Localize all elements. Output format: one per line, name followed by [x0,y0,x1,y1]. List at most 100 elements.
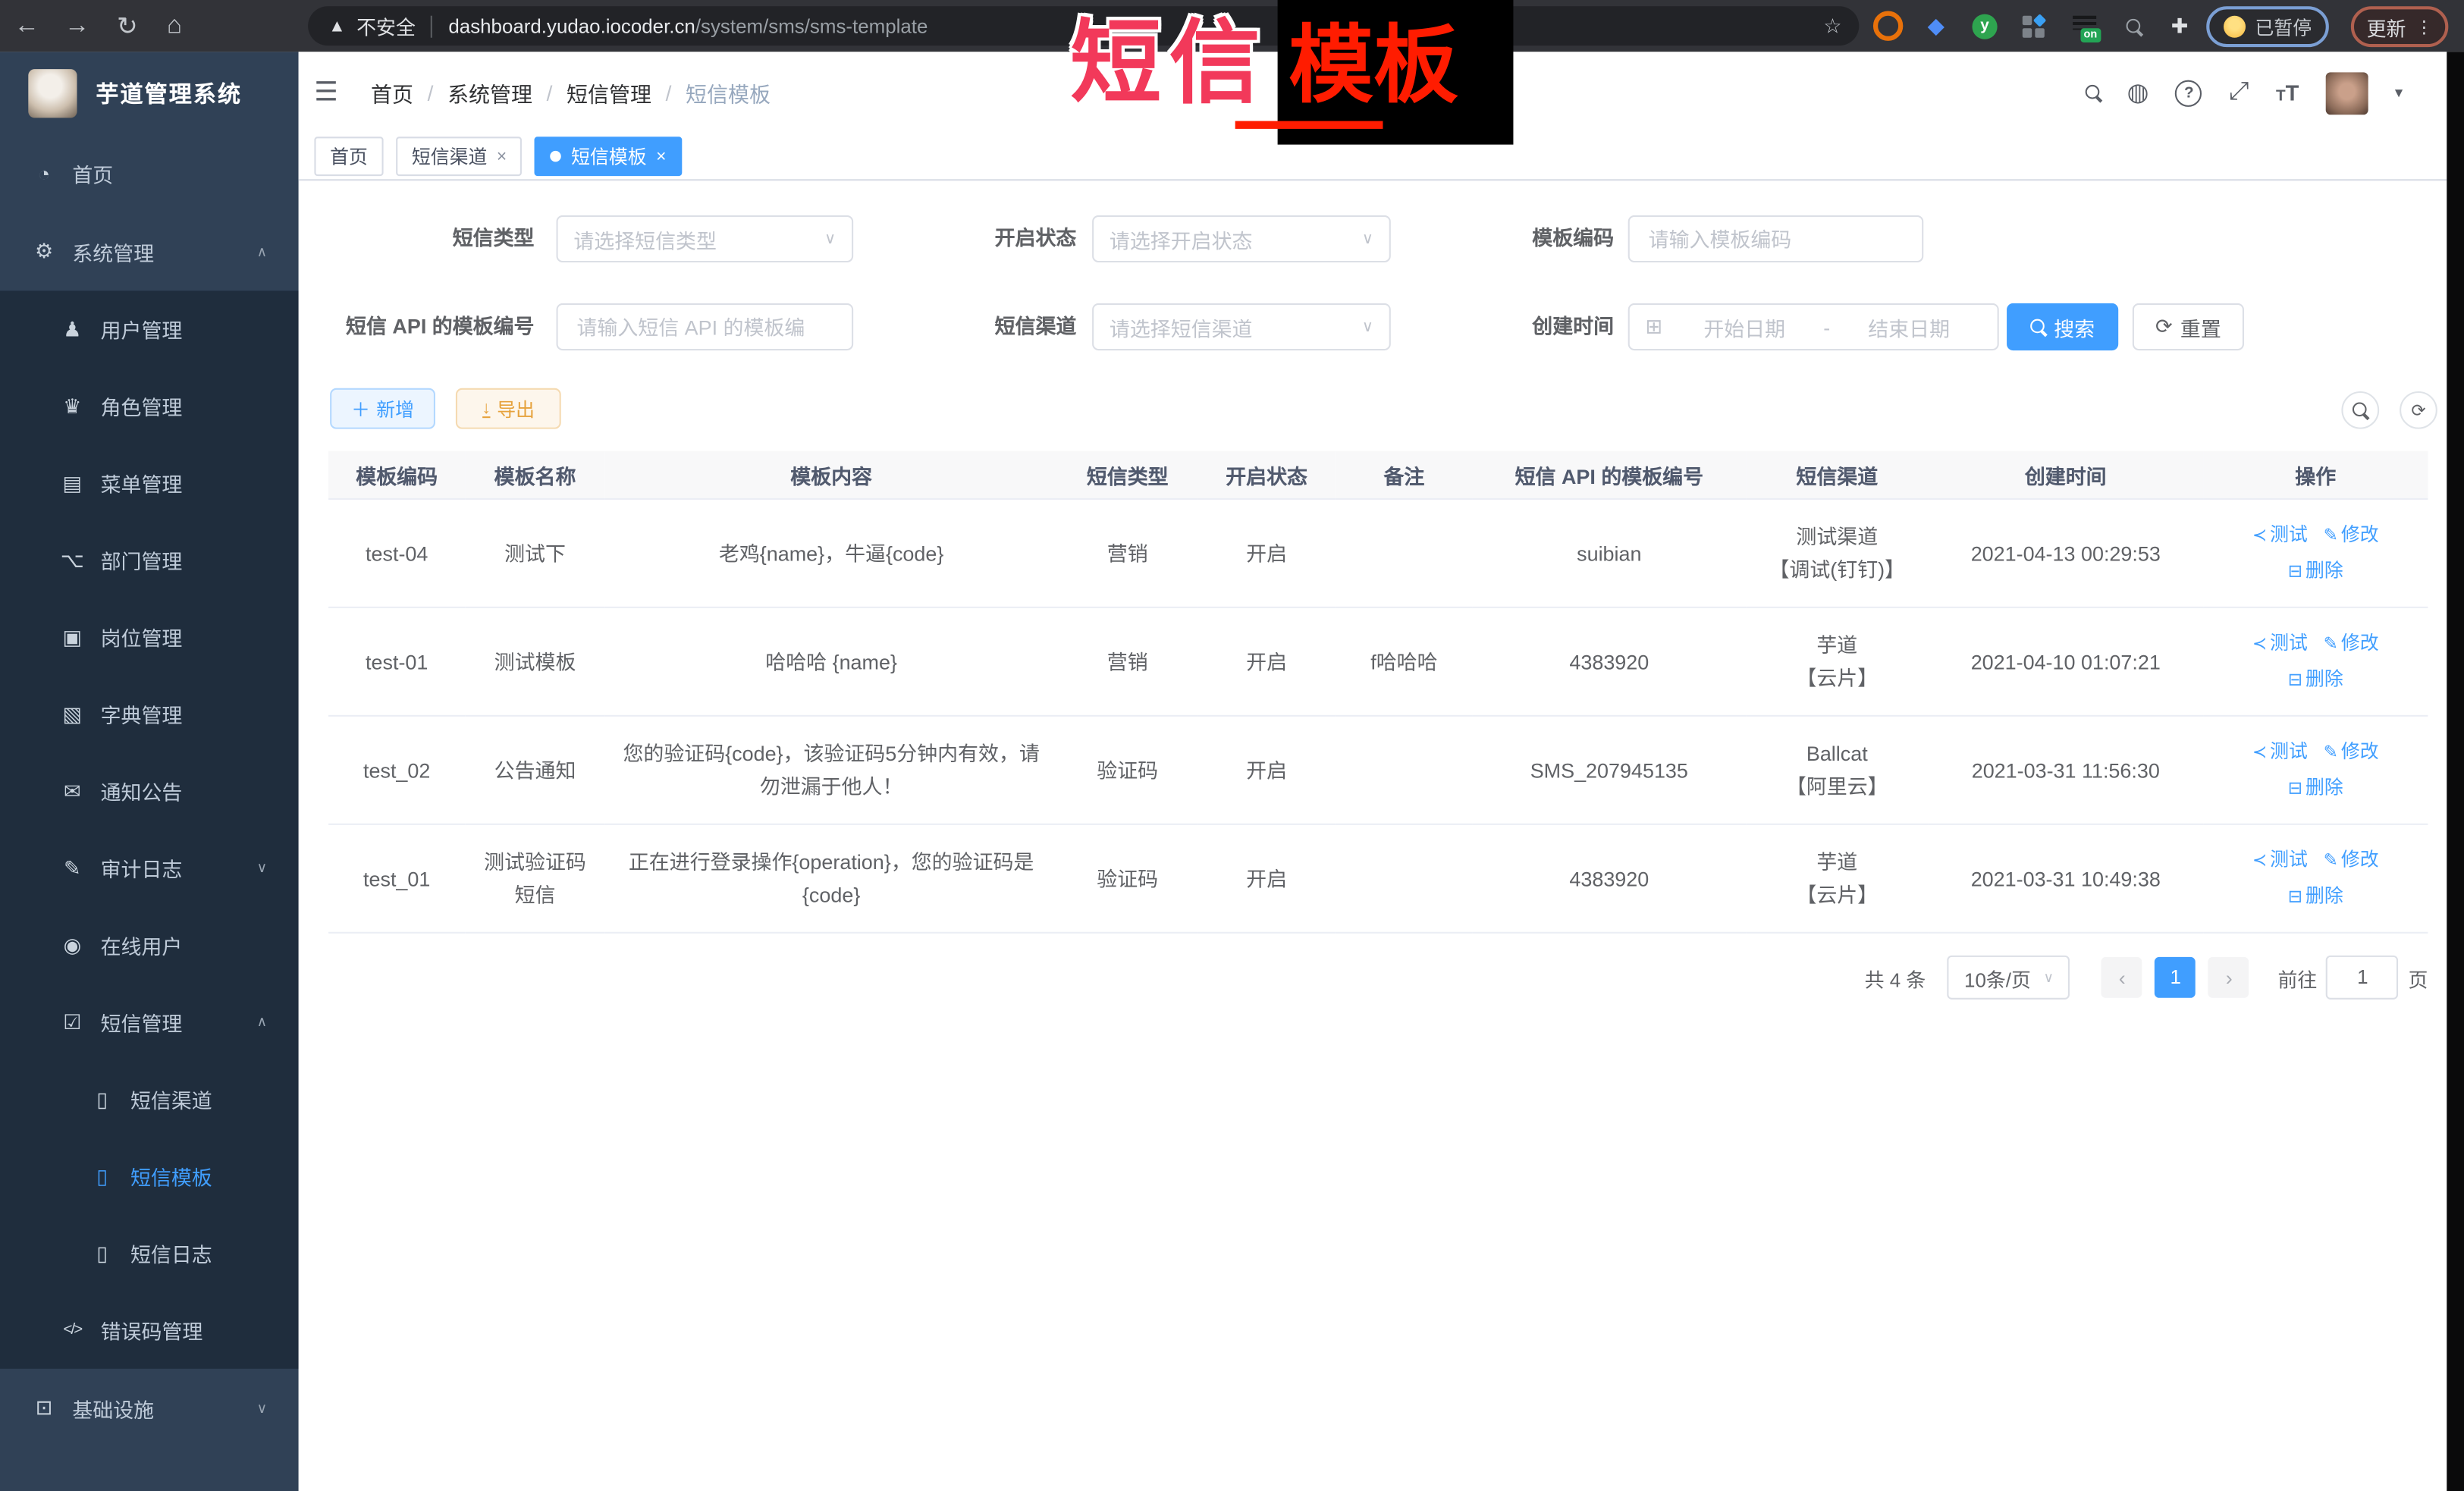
start-date-placeholder[interactable]: 开始日期 [1672,312,1817,341]
col-header: 模板编码 [328,451,465,499]
log-pencil-icon: ✎ [60,855,85,880]
tab-home[interactable]: 首页 [314,137,383,176]
channel-select[interactable]: 请选择短信渠道 ∨ [1092,303,1391,350]
extension-search-icon[interactable] [2114,0,2155,52]
search-button[interactable]: 搜索 [2007,303,2118,350]
extension-orange-icon[interactable] [1867,0,1908,52]
extension-grid-icon[interactable] [2013,0,2054,52]
collapse-sidebar-icon[interactable]: ☰ [314,77,338,108]
next-page-button[interactable]: › [2208,957,2249,998]
delete-link[interactable]: ⊟删除 [2288,885,2343,907]
extensions-puzzle-icon[interactable]: ✚ [2159,0,2200,52]
sidebar-item-departments[interactable]: ⌥ 部门管理 [0,522,299,599]
annotation-word-2: 模板 [1288,24,1458,108]
test-link[interactable]: ≺测试 [2252,849,2308,871]
sidebar-item-roles[interactable]: ♛ 角色管理 [0,368,299,445]
edit-link[interactable]: ✎修改 [2324,740,2379,762]
font-size-icon[interactable]: TT [2276,80,2299,105]
url-path: /system/sms/sms-template [695,15,928,37]
bookmark-star-icon[interactable]: ☆ [1823,14,1841,39]
avatar-caret-icon[interactable]: ▾ [2395,84,2403,102]
tab-sms-template[interactable]: 短信模板 × [535,137,682,176]
back-icon[interactable]: ← [9,0,44,52]
sidebar-item-error-codes[interactable]: </> 错误码管理 [0,1292,299,1369]
sidebar-item-label: 首页 [72,158,113,187]
sidebar-item-posts[interactable]: ▣ 岗位管理 [0,598,299,676]
prev-page-button[interactable]: ‹ [2101,957,2142,998]
end-date-placeholder[interactable]: 结束日期 [1837,312,1982,341]
code-icon: </> [60,1322,85,1339]
goto-page: 前往 页 [2277,956,2428,1000]
sidebar-item-notices[interactable]: ✉ 通知公告 [0,753,299,830]
status-select[interactable]: 请选择开启状态 ∨ [1092,215,1391,262]
test-link[interactable]: ≺测试 [2252,632,2308,654]
template-code-input[interactable] [1628,215,1924,262]
goto-page-input[interactable] [2327,956,2399,1000]
edit-link[interactable]: ✎修改 [2324,849,2379,871]
table-row: test_01 测试验证码短信 正在进行登录操作{operation}，您的验证… [328,824,2428,933]
export-button[interactable]: ↓ 导出 [456,388,561,429]
sidebar-item-online-users[interactable]: ◉ 在线用户 [0,907,299,984]
delete-link[interactable]: ⊟删除 [2288,560,2343,582]
tab-sms-channel[interactable]: 短信渠道 × [396,137,523,176]
breadcrumb-item[interactable]: 短信管理 [567,77,651,108]
close-icon[interactable]: × [497,147,507,166]
chevron-down-icon: ∨ [824,231,836,248]
extension-green-icon[interactable]: y [1964,0,2005,52]
sidebar-item-sms[interactable]: ☑ 短信管理 ∧ [0,984,299,1061]
main-area: ☰ 首页 / 系统管理 / 短信管理 / 短信模板 ◍ ? ⤢ TT ▾ [299,52,2447,1491]
sidebar-item-dictionary[interactable]: ▧ 字典管理 [0,676,299,753]
sidebar-item-home[interactable]: ◔ 首页 [0,133,299,212]
badge-icon: ▣ [60,625,85,650]
user-avatar[interactable] [2326,71,2368,114]
page-size-select[interactable]: 10条/页 ∨ [1948,956,2070,1000]
close-icon[interactable]: × [656,147,666,166]
delete-link[interactable]: ⊟删除 [2288,668,2343,690]
reload-icon[interactable]: ↻ [110,0,145,52]
update-browser-button[interactable]: 更新 ⋮ [2351,6,2449,47]
delete-icon: ⊟ [2288,671,2302,690]
col-header: 模板名称 [465,451,604,499]
home-icon[interactable]: ⌂ [157,0,192,52]
test-link[interactable]: ≺测试 [2252,523,2308,545]
breadcrumb-item[interactable]: 首页 [371,77,413,108]
sms-type-label: 短信类型 [299,215,535,262]
sidebar-item-sms-channel[interactable]: ▯ 短信渠道 [0,1061,299,1138]
fullscreen-icon[interactable]: ⤢ [2229,79,2249,107]
sms-type-select[interactable]: 请选择短信类型 ∨ [557,215,854,262]
extension-list-on-icon[interactable]: on [2064,0,2105,52]
refresh-table-button[interactable]: ⟳ [2400,391,2437,429]
current-page-button[interactable]: 1 [2155,957,2196,998]
sidebar-item-system[interactable]: ⚙ 系统管理 ∧ [0,212,299,291]
add-button[interactable]: ＋ 新增 [330,388,435,429]
help-icon[interactable]: ? [2176,80,2202,106]
forward-icon[interactable]: → [60,0,95,52]
github-icon[interactable]: ◍ [2127,77,2149,108]
sidebar-item-sms-log[interactable]: ▯ 短信日志 [0,1215,299,1292]
edit-link[interactable]: ✎修改 [2324,523,2379,545]
breadcrumb-item-current: 短信模板 [686,77,771,108]
browser-menu-icon[interactable]: ⋮ [2415,17,2433,37]
sidebar-item-audit-log[interactable]: ✎ 审计日志 ∨ [0,830,299,907]
sidebar-item-label: 岗位管理 [101,623,183,652]
profile-paused-chip[interactable]: 已暂停 [2206,6,2329,47]
col-header: 创建时间 [1928,451,2203,499]
api-template-input[interactable] [557,303,854,350]
extension-gem-icon[interactable]: ◆ [1916,0,1957,52]
edit-link[interactable]: ✎修改 [2324,632,2379,654]
show-search-toggle-button[interactable] [2341,391,2379,429]
breadcrumb-item[interactable]: 系统管理 [447,77,532,108]
sidebar-item-infrastructure[interactable]: ⊡ 基础设施 ∨ [0,1369,299,1448]
sidebar-item-users[interactable]: ♟ 用户管理 [0,290,299,368]
date-range-picker[interactable]: ⊞ 开始日期 - 结束日期 [1628,303,1999,350]
search-icon[interactable] [2085,85,2101,101]
delete-link[interactable]: ⊟删除 [2288,777,2343,799]
sidebar-item-sms-template[interactable]: ▯ 短信模板 [0,1138,299,1215]
share-icon: ≺ [2252,743,2267,762]
sidebar-item-menus[interactable]: ▤ 菜单管理 [0,444,299,522]
api-template-field[interactable] [573,313,836,340]
reset-button[interactable]: ⟳ 重置 [2133,303,2244,350]
sidebar-item-label: 部门管理 [101,545,183,575]
template-code-field[interactable] [1645,225,1906,252]
test-link[interactable]: ≺测试 [2252,740,2308,762]
